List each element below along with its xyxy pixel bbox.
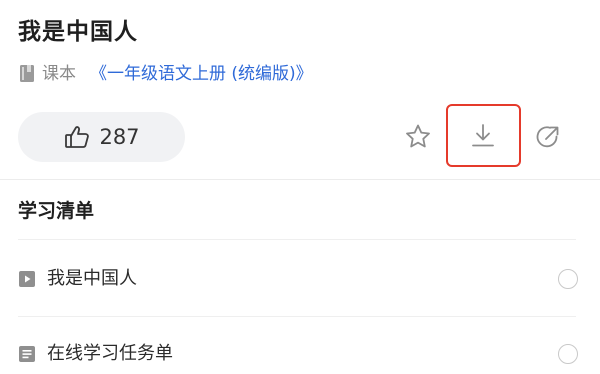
source-row: 课本 《一年级语文上册 (统编版)》 — [18, 60, 313, 88]
source-type-label: 课本 — [42, 64, 76, 84]
list-divider — [18, 316, 576, 317]
list-item-label: 在线学习任务单 — [47, 343, 173, 364]
like-count: 287 — [99, 125, 140, 149]
list-divider — [18, 239, 576, 240]
section-divider — [0, 179, 600, 180]
thumbs-up-icon — [63, 123, 91, 151]
select-radio[interactable] — [558, 269, 578, 289]
lesson-detail-page: 我是中国人 课本 《一年级语文上册 (统编版)》 287 学习清单 我是中国人 … — [0, 0, 600, 374]
download-icon[interactable] — [468, 121, 498, 151]
list-item-label: 我是中国人 — [47, 268, 137, 289]
lesson-title: 我是中国人 — [18, 19, 138, 45]
like-button[interactable]: 287 — [18, 112, 185, 162]
list-item-document[interactable]: 在线学习任务单 — [18, 326, 578, 374]
list-item-video[interactable]: 我是中国人 — [18, 251, 578, 307]
select-radio[interactable] — [558, 344, 578, 364]
study-list-title: 学习清单 — [18, 200, 95, 222]
share-icon[interactable] — [533, 122, 563, 152]
book-icon — [18, 64, 36, 84]
document-icon — [18, 345, 36, 363]
source-book-link[interactable]: 《一年级语文上册 (统编版)》 — [90, 60, 313, 88]
video-icon — [18, 270, 36, 288]
star-icon[interactable] — [403, 122, 433, 152]
